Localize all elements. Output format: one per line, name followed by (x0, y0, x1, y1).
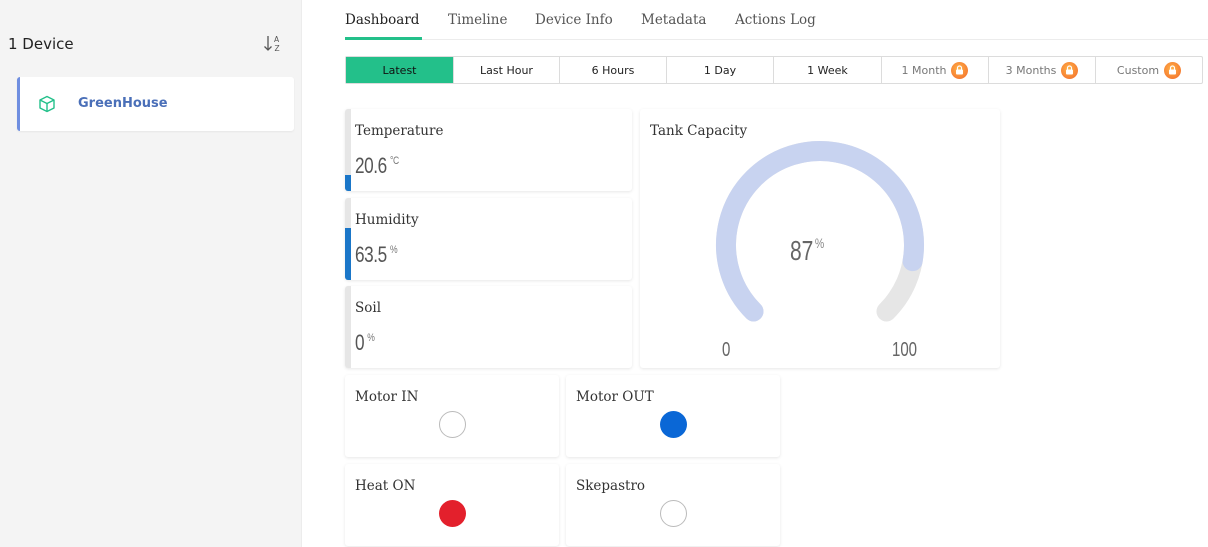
widget-title: Skepastro (576, 478, 646, 494)
range-1-month[interactable]: 1 Month (882, 57, 989, 83)
svg-text:A: A (274, 35, 280, 44)
sidebar-header: 1 Device A Z (8, 32, 293, 58)
widget-title: Motor OUT (576, 389, 654, 405)
tab-bar: Dashboard Timeline Device Info Metadata … (345, 0, 1208, 40)
value-level-fill (345, 174, 351, 191)
value-unit: % (814, 235, 825, 251)
motor-out-widget: Motor OUT (566, 375, 780, 457)
gauge-max-label: 100 (892, 339, 918, 361)
gauge-min-label: 0 (722, 339, 731, 361)
range-label: Last Hour (480, 63, 533, 77)
lock-icon (1061, 61, 1079, 79)
range-1-week[interactable]: 1 Week (774, 57, 882, 83)
range-last-hour[interactable]: Last Hour (454, 57, 560, 83)
value-unit: % (389, 244, 398, 256)
motor-in-widget: Motor IN (345, 375, 559, 457)
widget-title: Motor IN (355, 389, 419, 405)
skepastro-led[interactable] (660, 500, 687, 527)
tab-timeline[interactable]: Timeline (448, 12, 507, 28)
active-tab-indicator (345, 37, 422, 40)
svg-text:Z: Z (275, 44, 280, 53)
humidity-widget: Humidity 63.5% (345, 198, 632, 280)
range-label: 3 Months (1005, 63, 1057, 77)
tank-capacity-widget: Tank Capacity 87% 0 100 (640, 109, 1000, 368)
value-number: 20.6 (355, 153, 387, 178)
time-range-selector: Latest Last Hour 6 Hours 1 Day 1 Week 1 … (345, 56, 1203, 84)
tab-dashboard[interactable]: Dashboard (345, 12, 419, 28)
device-sidebar: 1 Device A Z GreenHouse (0, 0, 302, 547)
range-label: 6 Hours (591, 63, 635, 77)
temperature-widget: Temperature 20.6 °C (345, 109, 632, 191)
range-label: 1 Month (901, 63, 947, 77)
motor-out-led[interactable] (660, 411, 687, 438)
range-1-day[interactable]: 1 Day (667, 57, 774, 83)
value-level-bar (345, 198, 351, 280)
device-name: GreenHouse (78, 96, 168, 111)
gauge-fill (716, 141, 924, 322)
widget-value: 20.6 °C (355, 153, 399, 179)
value-number: 63.5 (355, 242, 387, 267)
skepastro-widget: Skepastro (566, 464, 780, 546)
value-level-bar (345, 286, 351, 368)
tab-actions-log[interactable]: Actions Log (735, 12, 816, 28)
range-label: 1 Day (703, 63, 737, 77)
value-unit: % (367, 332, 375, 344)
heat-on-widget: Heat ON (345, 464, 559, 546)
value-level-bar (345, 109, 351, 191)
range-custom[interactable]: Custom (1096, 57, 1202, 83)
lock-icon (951, 61, 969, 79)
soil-widget: Soil 0% (345, 286, 632, 368)
widget-title: Soil (355, 300, 382, 316)
heat-on-led[interactable] (439, 500, 466, 527)
range-label: Latest (382, 63, 417, 77)
value-number: 87 (790, 235, 814, 266)
widget-title: Heat ON (355, 478, 416, 494)
widget-title: Temperature (355, 123, 444, 139)
tab-device-info[interactable]: Device Info (535, 12, 613, 28)
motor-in-led[interactable] (439, 411, 466, 438)
range-label: 1 Week (807, 63, 848, 77)
range-6-hours[interactable]: 6 Hours (560, 57, 667, 83)
widget-value: 0% (355, 330, 375, 356)
value-unit: °C (389, 155, 399, 167)
value-number: 0 (355, 330, 365, 355)
sort-az-icon[interactable]: A Z (262, 32, 286, 56)
tab-metadata[interactable]: Metadata (641, 12, 706, 28)
range-3-months[interactable]: 3 Months (989, 57, 1096, 83)
gauge-value: 87% (790, 235, 824, 267)
lock-icon (1164, 61, 1182, 79)
widget-title: Humidity (355, 212, 419, 228)
range-latest[interactable]: Latest (346, 57, 454, 83)
cube-icon (38, 95, 56, 113)
range-label: Custom (1116, 63, 1160, 77)
device-count: 1 Device (8, 35, 74, 53)
value-level-fill (345, 227, 351, 280)
widget-value: 63.5% (355, 242, 398, 268)
device-item-greenhouse[interactable]: GreenHouse (17, 77, 294, 131)
